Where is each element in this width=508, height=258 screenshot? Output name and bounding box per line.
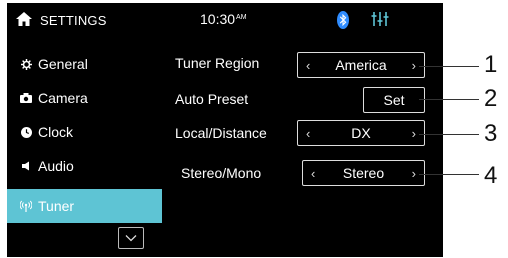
stereo-mono-label: Stereo/Mono <box>181 165 262 181</box>
sidebar-item-tuner[interactable]: Tuner <box>7 189 162 223</box>
sidebar-item-general[interactable]: General <box>7 47 162 81</box>
clock-display: 10:30AM <box>200 11 247 27</box>
callout-number-4: 4 <box>484 162 498 189</box>
bluetooth-icon <box>337 11 349 29</box>
chevron-left-icon[interactable]: ‹ <box>311 166 315 181</box>
gear-icon <box>20 58 32 70</box>
chevron-right-icon[interactable]: › <box>412 126 416 141</box>
clock-icon <box>20 126 32 138</box>
equalizer-icon[interactable] <box>371 11 389 27</box>
tuner-region-value: America <box>335 57 387 73</box>
stereo-mono-selector[interactable]: ‹ Stereo › <box>302 160 425 186</box>
head-unit-screen: SETTINGS 10:30AM General Camera Clock Au… <box>7 3 443 257</box>
callout-line-1 <box>419 66 479 67</box>
sidebar-item-label: Audio <box>38 158 74 174</box>
tuner-region-selector[interactable]: ‹ America › <box>297 52 425 78</box>
speaker-icon <box>20 160 32 172</box>
camera-icon <box>20 92 32 104</box>
home-icon[interactable] <box>15 11 33 27</box>
chevron-down-icon <box>125 235 137 242</box>
scroll-down-button[interactable] <box>118 227 144 249</box>
auto-preset-set-button[interactable]: Set <box>363 87 425 113</box>
stereo-mono-value: Stereo <box>342 165 385 181</box>
sidebar-item-label: Tuner <box>38 198 75 214</box>
tuner-region-label: Tuner Region <box>175 55 260 71</box>
callout-line-2 <box>419 99 479 100</box>
callout-number-1: 1 <box>484 51 498 78</box>
local-distance-selector[interactable]: ‹ DX › <box>297 120 425 146</box>
page-title: SETTINGS <box>40 13 107 28</box>
antenna-icon <box>20 200 32 212</box>
sidebar-item-label: General <box>38 56 88 72</box>
local-distance-value: DX <box>351 125 371 141</box>
callout-line-3 <box>419 134 479 135</box>
chevron-right-icon[interactable]: › <box>412 166 416 181</box>
chevron-left-icon[interactable]: ‹ <box>306 126 310 141</box>
clock-ampm: AM <box>236 14 247 21</box>
sidebar-item-audio[interactable]: Audio <box>7 149 162 183</box>
chevron-right-icon[interactable]: › <box>412 58 416 73</box>
sidebar-item-clock[interactable]: Clock <box>7 115 162 149</box>
callout-line-4 <box>419 174 479 175</box>
status-bar: SETTINGS 10:30AM <box>7 3 443 37</box>
local-distance-label: Local/Distance <box>175 125 267 141</box>
settings-sidebar: General Camera Clock Audio Tuner <box>7 47 162 223</box>
auto-preset-label: Auto Preset <box>175 91 249 107</box>
chevron-left-icon[interactable]: ‹ <box>306 58 310 73</box>
sidebar-item-label: Clock <box>38 124 74 140</box>
callout-number-2: 2 <box>484 85 498 112</box>
clock-time: 10:30 <box>200 11 236 27</box>
callout-number-3: 3 <box>484 120 498 147</box>
sidebar-item-label: Camera <box>38 90 88 106</box>
sidebar-item-camera[interactable]: Camera <box>7 81 162 115</box>
